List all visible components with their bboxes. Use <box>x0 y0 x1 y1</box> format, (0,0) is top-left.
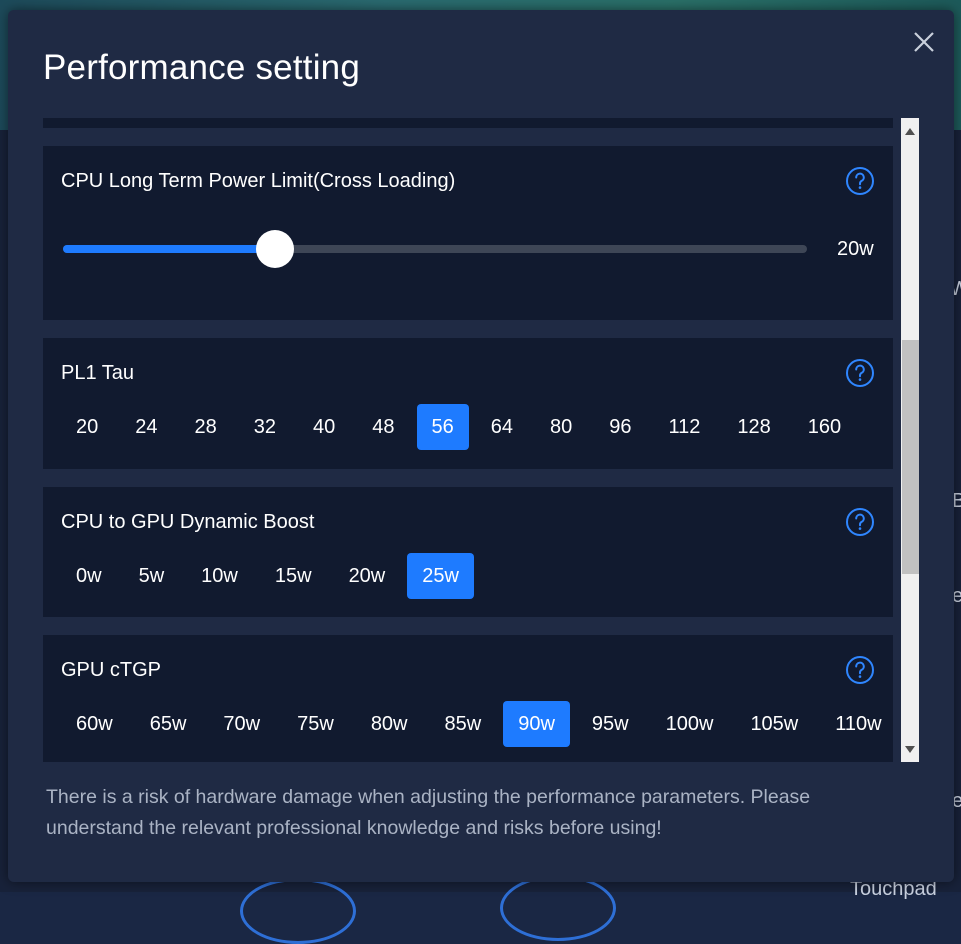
slider-fill <box>63 245 276 253</box>
gpu-ctgp-panel: GPU cTGP 60w 65w 70w 75w 80w 85w 90w 95w 100w 105… <box>43 635 893 762</box>
option-button[interactable]: 5w <box>124 553 180 599</box>
option-button[interactable]: 20 <box>61 404 113 450</box>
settings-panel-previous <box>43 118 893 128</box>
background-dial <box>240 878 356 944</box>
gpu-ctgp-options: 60w 65w 70w 75w 80w 85w 90w 95w 100w 105w 110w <box>61 701 897 747</box>
close-button[interactable] <box>908 26 940 58</box>
option-button[interactable]: 20w <box>334 553 401 599</box>
option-button[interactable]: 75w <box>282 701 349 747</box>
question-circle-icon <box>846 508 874 536</box>
option-button[interactable]: 80 <box>535 404 587 450</box>
option-button[interactable]: 40 <box>298 404 350 450</box>
option-button[interactable]: 64 <box>476 404 528 450</box>
option-button[interactable]: 105w <box>735 701 813 747</box>
option-button[interactable]: 0w <box>61 553 117 599</box>
scroll-down-button[interactable] <box>901 736 919 762</box>
help-icon[interactable] <box>845 655 875 685</box>
option-button[interactable]: 70w <box>208 701 275 747</box>
triangle-up-icon <box>905 127 915 135</box>
option-button[interactable]: 48 <box>357 404 409 450</box>
pl1-tau-label: PL1 Tau <box>61 362 135 384</box>
question-circle-icon <box>846 167 874 195</box>
option-button[interactable]: 96 <box>594 404 646 450</box>
option-button[interactable]: 95w <box>577 701 644 747</box>
cpu-long-term-power-slider[interactable] <box>63 230 807 268</box>
option-button[interactable]: 128 <box>722 404 785 450</box>
question-circle-icon <box>846 656 874 684</box>
option-button[interactable]: 85w <box>430 701 497 747</box>
settings-scroll-area[interactable]: CPU Long Term Power Limit(Cross Loading)… <box>43 118 919 762</box>
pl1-tau-panel: PL1 Tau 20 24 28 32 40 48 56 64 80 96 112 128 160 <box>43 338 893 469</box>
dynamic-boost-label: CPU to GPU Dynamic Boost <box>61 511 315 533</box>
option-button[interactable]: 56 <box>416 404 469 450</box>
dynamic-boost-panel: CPU to GPU Dynamic Boost 0w 5w 10w 15w 20w 25… <box>43 487 893 617</box>
slider-thumb[interactable] <box>256 230 295 268</box>
option-button[interactable]: 15w <box>260 553 327 599</box>
option-button[interactable]: 90w <box>503 701 570 747</box>
triangle-down-icon <box>905 745 915 753</box>
cpu-long-term-power-value: 20w <box>837 238 874 260</box>
help-icon[interactable] <box>845 507 875 537</box>
option-button[interactable]: 25w <box>407 553 474 599</box>
gpu-ctgp-label: GPU cTGP <box>61 659 162 681</box>
help-icon[interactable] <box>845 358 875 388</box>
option-button[interactable]: 100w <box>651 701 729 747</box>
close-icon <box>914 32 934 52</box>
option-button[interactable]: 65w <box>135 701 202 747</box>
option-button[interactable]: 60w <box>61 701 128 747</box>
risk-warning-text: There is a risk of hardware damage when … <box>46 786 811 839</box>
cpu-long-term-power-label: CPU Long Term Power Limit(Cross Loading) <box>61 170 456 192</box>
option-button[interactable]: 24 <box>120 404 172 450</box>
option-button[interactable]: 110w <box>820 701 896 747</box>
option-button[interactable]: 10w <box>186 553 253 599</box>
scrollbar-thumb[interactable] <box>902 340 919 574</box>
option-button[interactable]: 32 <box>239 404 291 450</box>
performance-setting-dialog: Performance setting CPU Long Term Power … <box>8 10 954 882</box>
option-button[interactable]: 80w <box>356 701 423 747</box>
option-button[interactable]: 28 <box>180 404 232 450</box>
option-button[interactable]: 112 <box>654 404 716 450</box>
pl1-tau-options: 20 24 28 32 40 48 56 64 80 96 112 128 160 <box>61 404 856 450</box>
question-circle-icon <box>846 359 874 387</box>
vertical-scrollbar[interactable] <box>901 118 919 762</box>
option-button[interactable]: 160 <box>793 404 856 450</box>
dialog-title: Performance setting <box>43 48 361 87</box>
dynamic-boost-options: 0w 5w 10w 15w 20w 25w <box>61 553 474 599</box>
scroll-up-button[interactable] <box>901 118 919 144</box>
help-icon[interactable] <box>845 166 875 196</box>
background-dial <box>500 875 616 941</box>
cpu-long-term-power-panel: CPU Long Term Power Limit(Cross Loading)… <box>43 146 893 320</box>
